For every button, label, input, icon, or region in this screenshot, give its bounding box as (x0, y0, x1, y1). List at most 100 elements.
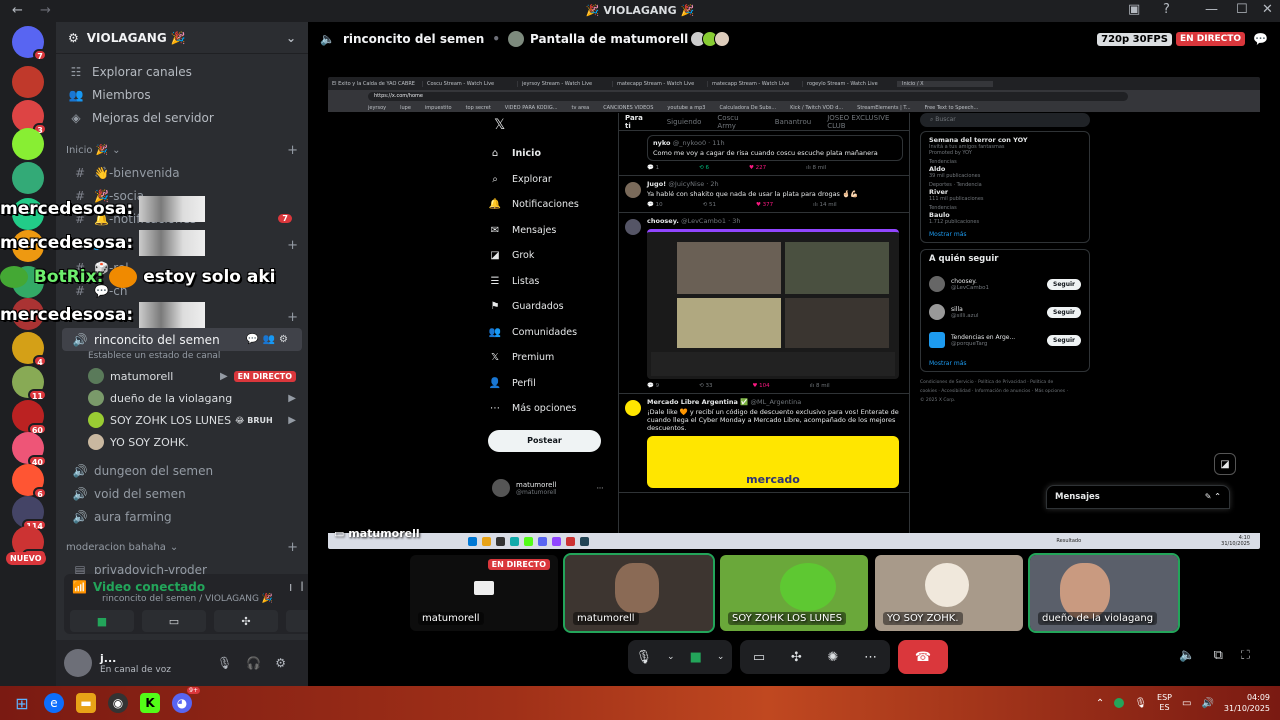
mic-icon[interactable]: 🎙 (636, 650, 653, 665)
bookmark[interactable]: Kick / Twitch VOD d... (790, 105, 843, 111)
voice-user[interactable]: SOY ZOHK LOS LUNES 😂 BRUH ▶ (56, 409, 308, 431)
follow-suggestion[interactable]: Tendencias en Arge... @porqueTarg Seguir (929, 326, 1081, 354)
messages-drawer[interactable]: Mensajes ✎ ⌃ (1046, 485, 1230, 509)
fullscreen-icon[interactable]: ⛶ (1241, 648, 1268, 663)
x-nav-comunidades[interactable]: 👥 Comunidades (488, 320, 618, 346)
participant-tile[interactable]: YO SOY ZOHK. (875, 555, 1023, 631)
bookmark[interactable]: top secret (466, 105, 491, 111)
x-nav-listas[interactable]: ☰ Listas (488, 269, 618, 295)
x-nav-guardados[interactable]: ⚑ Guardados (488, 294, 618, 320)
follow-button[interactable]: Seguir (1047, 306, 1081, 318)
server-icon[interactable]: 6 (12, 464, 47, 499)
browser-tab[interactable]: matecapp Stream - Watch Live (613, 80, 708, 87)
x-nav-inicio[interactable]: ⌂ Inicio (488, 141, 618, 167)
soundboard-button[interactable]: ✺ (286, 610, 308, 632)
volume-icon[interactable]: 🔊 (1201, 698, 1213, 709)
like-icon[interactable]: ♥ 227 (749, 165, 766, 171)
camera-icon[interactable]: ■ (690, 650, 702, 665)
follow-button[interactable]: Seguir (1047, 278, 1081, 290)
x-nav-notificaciones[interactable]: 🔔 Notificaciones (488, 192, 618, 218)
gear-icon[interactable]: ⚙ (275, 656, 300, 670)
tweet-image[interactable] (647, 229, 899, 379)
server-icon[interactable]: 11 (12, 366, 47, 401)
category-moderacion[interactable]: moderacion bahaha ⌄ + (56, 536, 308, 558)
tweet[interactable]: nyko @_nykoo0 · 11h Como me voy a cagar … (619, 131, 909, 176)
browser-tab[interactable]: matecapp Stream - Watch Live (708, 80, 803, 87)
bookmark[interactable]: StreamElements | T... (857, 105, 911, 111)
bookmark[interactable]: VIDEO PARA KODIG... (505, 105, 558, 111)
browser-tab[interactable]: jeyrsoy Stream - Watch Live (518, 80, 613, 87)
voice-channel-active[interactable]: 🔊 rinconcito del semen 💬👥⚙ (62, 328, 302, 351)
waveform-icon[interactable]: ılı (289, 580, 308, 594)
tweet[interactable]: choosey. @LevCambo1 · 3h 💬 9 ⟲ 33 ♥ 104 … (619, 213, 909, 394)
like-icon[interactable]: ♥ 377 (756, 202, 773, 208)
folder-icon[interactable]: ▬ (76, 693, 96, 713)
x-nav-perfil[interactable]: 👤 Perfil (488, 371, 618, 397)
trend-title[interactable]: Semana del terror con YOY (929, 136, 1081, 144)
volume-icon[interactable]: 🔈 (1179, 648, 1213, 663)
x-nav-mensajes[interactable]: ✉ Mensajes (488, 218, 618, 244)
x-account[interactable]: matumorell @matumorell ⋯ (492, 479, 604, 497)
feed-tab[interactable]: Para ti (625, 114, 651, 130)
close-icon[interactable]: ✕ (1262, 2, 1273, 17)
voice-channel-void[interactable]: 🔊 void del semen (62, 482, 302, 505)
follow-button[interactable]: Seguir (1047, 334, 1081, 346)
screen-share-icon[interactable]: ▭ (753, 650, 765, 665)
reply-icon[interactable]: 💬 10 (647, 202, 663, 208)
shared-screen[interactable]: El Éxito y la Caída de YAO CABRE Coscu S… (328, 77, 1260, 549)
mic-icon[interactable]: 🎙 (217, 656, 246, 670)
activities-button[interactable]: ✣ (214, 610, 278, 632)
explore-channels[interactable]: ☷ Explorar canales (56, 60, 308, 83)
browser-tab-active[interactable]: Inicio / X (898, 80, 993, 87)
server-icon[interactable]: 40 (12, 432, 47, 467)
edge-icon[interactable]: e (44, 693, 64, 713)
discord-icon[interactable]: ◕ 9+ (172, 687, 200, 713)
add-channel-icon[interactable]: + (287, 143, 298, 158)
server-icon[interactable]: 60 (12, 400, 47, 435)
maximize-icon[interactable]: ☐ (1236, 2, 1248, 17)
views-icon[interactable]: ılı 8 mil (810, 383, 830, 389)
voice-user[interactable]: YO SOY ZOHK. (56, 431, 308, 453)
show-more-link[interactable]: Mostrar más (929, 360, 1081, 367)
minimize-icon[interactable]: — (1205, 2, 1218, 17)
chevron-up-icon[interactable]: ⌃ (1096, 698, 1104, 709)
chat-bubble-icon[interactable]: 💬 (1253, 32, 1268, 46)
category-inicio[interactable]: Inicio 🎉 ⌄ + (56, 139, 308, 161)
clock[interactable]: 04:09 31/10/2025 (1224, 692, 1270, 714)
feed-tab[interactable]: Siguiendo (667, 118, 702, 126)
x-search-input[interactable]: ⌕ Buscar (920, 113, 1090, 127)
soundboard-icon[interactable]: ✺ (828, 650, 839, 665)
voice-channel-aura[interactable]: 🔊 aura farming (62, 505, 302, 528)
participant-tile[interactable]: matumorell (563, 553, 715, 633)
signal-icon[interactable]: 📶 (72, 580, 87, 594)
participant-tile[interactable]: EN DIRECTO matumorell (410, 555, 558, 631)
follow-suggestion[interactable]: silla @silli.azul Seguir (929, 298, 1081, 326)
trend-title[interactable]: Aldo (929, 165, 1081, 173)
bookmark[interactable]: jeyrsoy (368, 105, 386, 111)
messages-controls-icon[interactable]: ✎ ⌃ (1205, 492, 1221, 501)
promo-image[interactable]: mercado (647, 436, 899, 488)
browser-tab[interactable]: rogeylo Stream - Watch Live (803, 80, 898, 87)
language-indicator[interactable]: ESP ES (1157, 693, 1172, 713)
repost-icon[interactable]: ⟲ 51 (703, 202, 716, 208)
channel-bienvenida[interactable]: # 👋-bienvenida (62, 161, 302, 184)
add-channel-icon[interactable]: + (287, 540, 298, 555)
bookmark[interactable]: CANCIONES VIDEOS (603, 105, 653, 111)
server-icon[interactable] (12, 128, 44, 160)
x-nav-explorar[interactable]: ⌕ Explorar (488, 167, 618, 193)
browser-tab[interactable]: Coscu Stream - Watch Live (423, 80, 518, 87)
server-boosts[interactable]: ◈ Mejoras del servidor (56, 106, 308, 129)
server-header[interactable]: ⚙ VIOLAGANG 🎉 ⌄ (56, 22, 308, 54)
views-icon[interactable]: ılı 8 mil (806, 165, 826, 171)
channel-actions-icon[interactable]: 💬👥⚙ (246, 334, 292, 345)
repost-icon[interactable]: ⟲ 33 (699, 383, 712, 389)
kick-icon[interactable]: K (140, 693, 160, 713)
obs-icon[interactable]: ◉ (108, 693, 128, 713)
reply-icon[interactable]: 💬 9 (647, 383, 659, 389)
follow-suggestion[interactable]: choosey. @LevCambo1 Seguir (929, 270, 1081, 298)
tweet[interactable]: Jugo! @JuicyNise · 2h Ya hablé con shaki… (619, 176, 909, 213)
show-more-link[interactable]: Mostrar más (929, 231, 1081, 238)
address-bar[interactable]: https://x.com/home (368, 92, 1128, 101)
participant-tile[interactable]: dueño de la violagang (1028, 553, 1180, 633)
x-nav-más-opciones[interactable]: ⋯ Más opciones (488, 396, 618, 422)
